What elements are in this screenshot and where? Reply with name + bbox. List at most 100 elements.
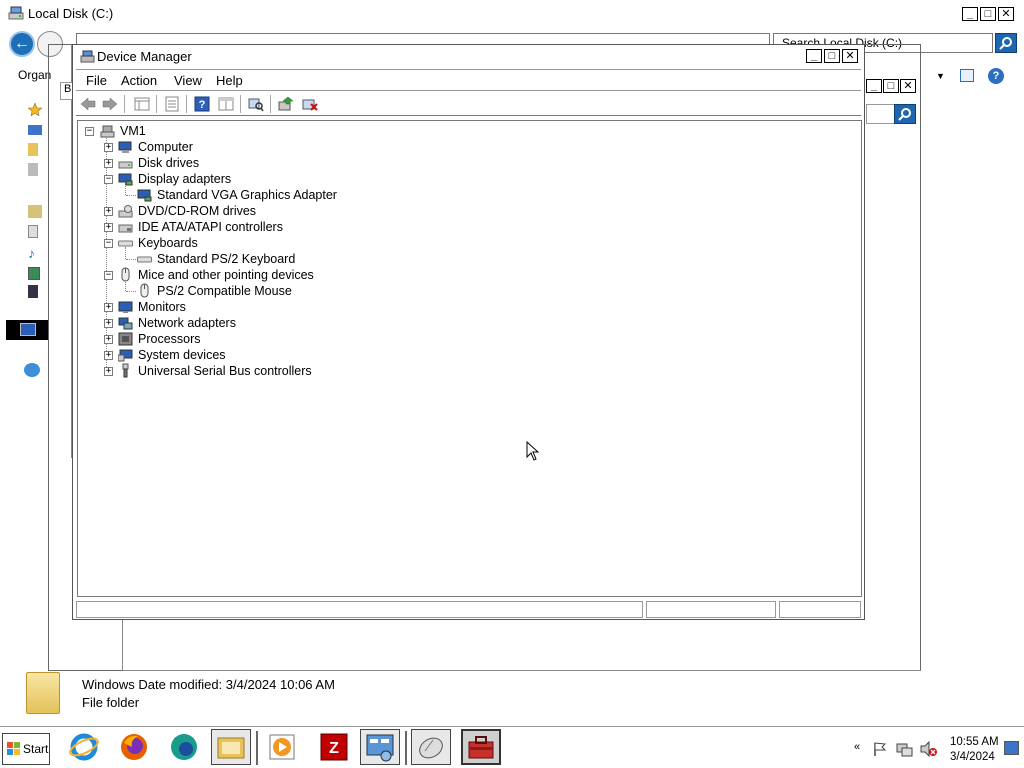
scan-hardware-icon[interactable] <box>248 96 264 112</box>
control-panel-icon <box>366 734 394 762</box>
tree-leaf-ps2-keyboard[interactable]: Standard PS/2 Keyboard <box>78 251 478 267</box>
explorer-titlebar[interactable]: Local Disk (C:) _ □ ✕ <box>0 0 1024 28</box>
collapse-icon[interactable]: − <box>104 271 113 280</box>
minimize-button[interactable]: _ <box>866 79 882 93</box>
expand-icon[interactable]: + <box>104 367 113 376</box>
tree-node-network-adapters[interactable]: + Network adapters <box>78 315 478 331</box>
tree-leaf-ps2-mouse[interactable]: PS/2 Compatible Mouse <box>78 283 478 299</box>
collapse-icon[interactable]: − <box>104 239 113 248</box>
documents-icon[interactable] <box>28 225 38 238</box>
explorer-title: Local Disk (C:) <box>28 6 114 21</box>
tree-node-keyboards[interactable]: − Keyboards <box>78 235 478 251</box>
show-hide-icon[interactable] <box>218 96 234 112</box>
views-dropdown-icon[interactable]: ▼ <box>936 71 945 81</box>
device-tree[interactable]: − VM1 + Computer + Disk drives − Display… <box>77 120 862 597</box>
tree-node-computer[interactable]: + Computer <box>78 139 478 155</box>
search-button[interactable] <box>894 104 916 124</box>
tree-node-usb-controllers[interactable]: + Universal Serial Bus controllers <box>78 363 478 379</box>
expand-icon[interactable]: + <box>104 223 113 232</box>
tree-node-monitors[interactable]: + Monitors <box>78 299 478 315</box>
toolbar-separator <box>240 95 241 113</box>
downloads-folder-icon[interactable] <box>28 143 38 156</box>
desktop-icon[interactable] <box>28 125 42 135</box>
preview-pane-icon[interactable] <box>960 69 974 82</box>
display-adapter-icon <box>137 189 152 202</box>
taskbar-app[interactable] <box>114 729 154 765</box>
expand-icon[interactable]: + <box>104 159 113 168</box>
volume-muted-icon[interactable] <box>920 741 938 757</box>
network-status-icon[interactable] <box>896 741 914 757</box>
tree-leaf-standard-vga[interactable]: Standard VGA Graphics Adapter <box>78 187 478 203</box>
tree-label: VM1 <box>120 124 146 138</box>
taskbar-app[interactable] <box>164 729 204 765</box>
show-desktop-icon[interactable] <box>1004 741 1019 755</box>
network-icon[interactable] <box>24 363 40 377</box>
menu-action[interactable]: Action <box>121 73 157 88</box>
menu-view[interactable]: View <box>174 73 202 88</box>
taskbar-app[interactable] <box>360 729 400 765</box>
menu-file[interactable]: File <box>86 73 107 88</box>
recent-places-icon[interactable] <box>28 163 38 176</box>
search-input[interactable] <box>866 104 896 124</box>
close-button[interactable]: ✕ <box>900 79 916 93</box>
tree-label: Keyboards <box>138 236 198 250</box>
taskbar-app[interactable] <box>64 729 104 765</box>
pictures-icon[interactable] <box>28 267 40 280</box>
maximize-button[interactable]: □ <box>980 7 996 21</box>
organize-menu[interactable]: Organ <box>18 68 51 82</box>
minimize-button[interactable]: _ <box>962 7 978 21</box>
tree-node-ide-controllers[interactable]: + IDE ATA/ATAPI controllers <box>78 219 478 235</box>
status-pane <box>76 601 643 618</box>
network-adapter-icon <box>118 317 133 330</box>
videos-icon[interactable] <box>28 285 38 298</box>
expand-icon[interactable]: + <box>104 207 113 216</box>
taskbar-app[interactable] <box>211 729 251 765</box>
clock-date[interactable]: 3/4/2024 <box>950 751 995 763</box>
tree-label: IDE ATA/ATAPI controllers <box>138 220 283 234</box>
libraries-icon[interactable] <box>28 205 42 218</box>
tree-node-system-devices[interactable]: + System devices <box>78 347 478 363</box>
start-button[interactable]: Start <box>2 733 50 765</box>
tree-node-dvd-drives[interactable]: + DVD/CD-ROM drives <box>78 203 478 219</box>
taskbar-app[interactable]: Z <box>314 729 354 765</box>
windows-logo-icon <box>7 742 20 755</box>
search-button[interactable] <box>995 33 1017 53</box>
tree-root-vm1[interactable]: − VM1 <box>78 123 378 139</box>
toolbar: ? <box>76 92 861 116</box>
favorites-star-icon[interactable] <box>28 103 42 116</box>
uninstall-icon[interactable] <box>302 96 318 112</box>
help-icon[interactable]: ? <box>988 68 1004 84</box>
tree-node-mice[interactable]: − Mice and other pointing devices <box>78 267 478 283</box>
properties-icon[interactable] <box>164 96 180 112</box>
show-hidden-icons-button[interactable]: « <box>854 741 860 753</box>
tree-node-disk-drives[interactable]: + Disk drives <box>78 155 478 171</box>
expand-icon[interactable]: + <box>104 143 113 152</box>
tree-node-display-adapters[interactable]: − Display adapters <box>78 171 478 187</box>
clock-time[interactable]: 10:55 AM <box>950 736 999 748</box>
expand-icon[interactable]: + <box>104 351 113 360</box>
collapse-icon[interactable]: − <box>85 127 94 136</box>
close-button[interactable]: ✕ <box>998 7 1014 21</box>
close-button[interactable]: ✕ <box>842 49 858 63</box>
expand-icon[interactable]: + <box>104 319 113 328</box>
tree-node-processors[interactable]: + Processors <box>78 331 478 347</box>
minimize-button[interactable]: _ <box>806 49 822 63</box>
help-icon[interactable]: ? <box>194 96 210 112</box>
expand-icon[interactable]: + <box>104 335 113 344</box>
update-driver-icon[interactable] <box>278 96 294 112</box>
taskbar-app[interactable] <box>461 729 501 765</box>
expand-icon[interactable]: + <box>104 303 113 312</box>
action-center-flag-icon[interactable] <box>872 741 888 757</box>
music-icon[interactable]: ♪ <box>28 245 42 261</box>
menu-help[interactable]: Help <box>216 73 243 88</box>
collapse-icon[interactable]: − <box>104 175 113 184</box>
taskbar-app[interactable] <box>262 729 302 765</box>
back-button[interactable]: ← <box>9 31 35 57</box>
up-icon[interactable] <box>134 96 150 112</box>
taskbar-app[interactable] <box>411 729 451 765</box>
maximize-button[interactable]: □ <box>824 49 840 63</box>
back-icon[interactable] <box>80 96 96 112</box>
maximize-button[interactable]: □ <box>883 79 899 93</box>
device-manager-titlebar[interactable]: Device Manager _ □ ✕ <box>73 45 864 69</box>
forward-icon[interactable] <box>102 96 118 112</box>
